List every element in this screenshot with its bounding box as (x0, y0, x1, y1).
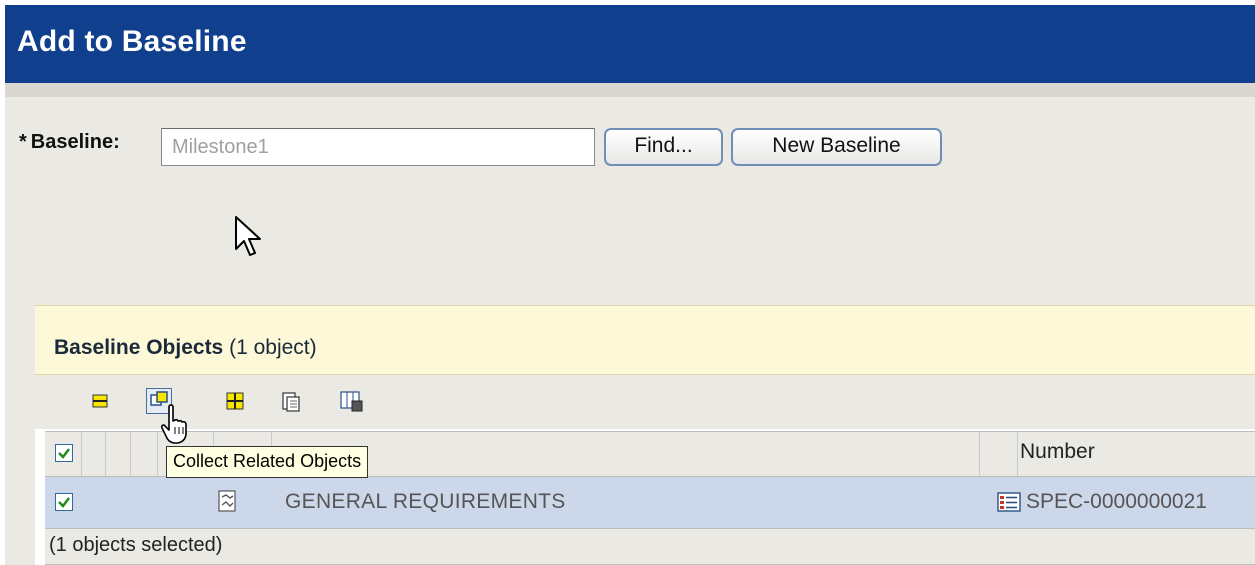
row-checkbox[interactable] (55, 493, 73, 511)
mouse-pointer-icon (235, 216, 261, 256)
row-name[interactable]: GENERAL REQUIREMENTS (285, 490, 566, 514)
panel-title: Baseline Objects (1 object) (54, 336, 317, 360)
requirement-icon (218, 490, 236, 512)
remove-icon[interactable] (87, 388, 113, 414)
required-marker: * (19, 131, 27, 153)
find-button[interactable]: Find... (604, 128, 723, 166)
select-all-checkbox[interactable] (55, 444, 73, 462)
table-row[interactable]: GENERAL REQUIREMENTS SPEC-0000000021 (45, 477, 1255, 529)
check-icon (58, 497, 70, 508)
check-icon (58, 448, 70, 459)
baseline-label-text: Baseline: (30, 131, 120, 153)
specification-icon (997, 492, 1021, 512)
column-header-number[interactable]: Number (1020, 440, 1095, 464)
table-toolbar (35, 375, 1255, 429)
column-divider (979, 432, 980, 476)
panel-header: Baseline Objects (1 object) (35, 305, 1255, 375)
paste-icon[interactable] (278, 388, 304, 414)
title-divider (5, 83, 1255, 97)
row-number[interactable]: SPEC-0000000021 (1026, 490, 1207, 514)
column-divider (130, 432, 131, 476)
tooltip: Collect Related Objects (166, 446, 369, 478)
add-icon[interactable] (222, 388, 248, 414)
baseline-input[interactable] (161, 128, 595, 166)
page-title: Add to Baseline (17, 25, 247, 58)
panel-title-text: Baseline Objects (54, 336, 224, 359)
new-baseline-button[interactable]: New Baseline (731, 128, 942, 166)
add-to-baseline-window: Add to Baseline *Baseline: Find... New B… (5, 5, 1255, 565)
baseline-label: * Baseline: (19, 131, 120, 154)
column-divider (1017, 432, 1018, 476)
hand-pointer-icon (160, 404, 187, 444)
title-bar: Add to Baseline (5, 5, 1255, 83)
table-footer: (1 objects selected) (45, 529, 1255, 565)
column-divider (105, 432, 106, 476)
column-divider (81, 432, 82, 476)
selection-status: (1 objects selected) (49, 534, 223, 556)
filter-icon[interactable] (338, 388, 364, 414)
baseline-objects-panel: Baseline Objects (1 object) Number GENER… (35, 305, 1255, 565)
baseline-field-row: *Baseline: Find... New Baseline (5, 123, 1255, 173)
object-count: (1 object) (229, 336, 317, 359)
